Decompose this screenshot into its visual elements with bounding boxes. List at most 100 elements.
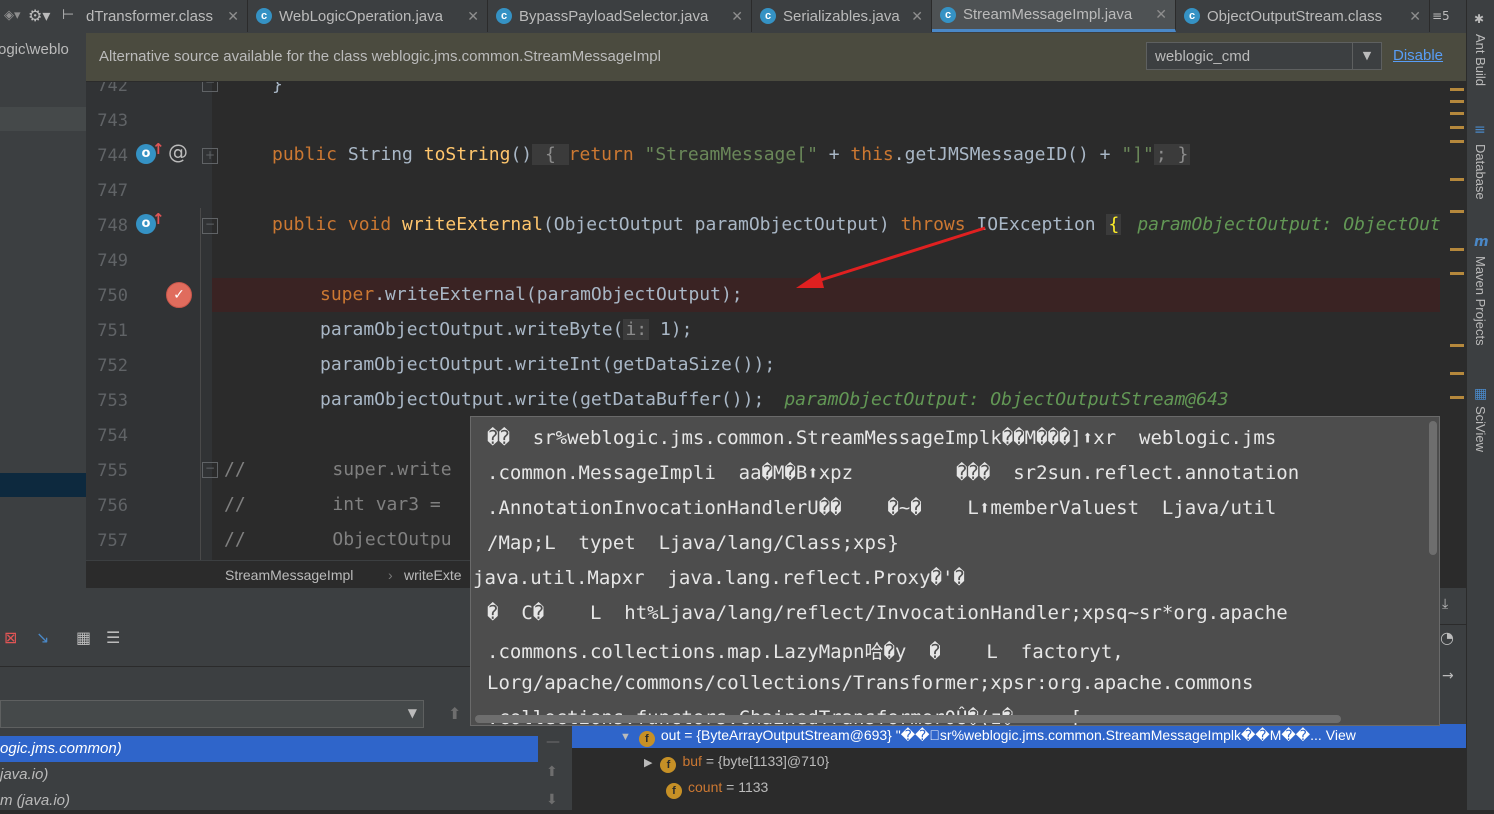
popup-line: /Map;L typet Ljava/lang/Class;xps}: [487, 532, 899, 554]
breadcrumb-item[interactable]: writeExte: [404, 567, 462, 583]
chevron-down-icon[interactable]: ▼: [408, 706, 417, 720]
right-tool-strip: ✱ Ant Build ≡ Database m Maven Projects …: [1466, 0, 1494, 810]
frame-item[interactable]: m (java.io): [0, 788, 538, 814]
line-number: 752: [97, 356, 128, 376]
tab-label: WebLogicOperation.java: [279, 7, 443, 25]
code-line-comment: // int var3 =: [224, 494, 452, 515]
breadcrumb-item[interactable]: StreamMessageImpl: [225, 567, 353, 583]
tab-bypass-payload-selector[interactable]: c BypassPayloadSelector.java ✕: [488, 0, 752, 32]
line-number: 755: [97, 461, 128, 481]
tab-overflow-button[interactable]: ≡5: [1432, 9, 1450, 23]
fold-minus-icon[interactable]: −: [202, 82, 218, 92]
maven-icon: m: [1474, 234, 1489, 250]
code-line: paramObjectOutput.write(getDataBuffer())…: [320, 389, 1229, 410]
popup-line: java.util.Mapxr java.lang.reflect.Proxy�…: [473, 567, 965, 589]
expanded-triangle-icon[interactable]: ▼: [620, 731, 631, 743]
tab-stream-message-impl[interactable]: c StreamMessageImpl.java ✕: [932, 0, 1176, 32]
step-into-icon[interactable]: ↘: [36, 628, 49, 647]
fold-plus-icon[interactable]: +: [202, 148, 218, 164]
scroll-marker: [1450, 178, 1464, 181]
pin-icon[interactable]: ⊢: [62, 7, 74, 23]
scroll-marker: [1450, 88, 1464, 91]
tab-label: Serializables.java: [783, 7, 900, 25]
line-number: 744: [97, 146, 128, 166]
divider-icon: —: [546, 734, 560, 750]
collapse-icon[interactable]: ◈▾: [4, 8, 21, 23]
scroll-marker: [1450, 100, 1464, 103]
breakpoint-icon[interactable]: ✓: [166, 282, 192, 308]
evaluate-icon[interactable]: ▦: [76, 628, 91, 647]
download-icon[interactable]: ⤓: [1442, 596, 1448, 612]
collapse-right-icon[interactable]: →: [1442, 668, 1454, 684]
popup-line: .common.MessageImpli aa�M�B⬆xpz ��� sr2s…: [487, 462, 1300, 484]
tab-weblogic-operation[interactable]: c WebLogicOperation.java ✕: [248, 0, 488, 32]
variable-out[interactable]: ▼ f out = {ByteArrayOutputStream@693} "�� …: [620, 727, 1356, 747]
close-icon[interactable]: ✕: [227, 8, 239, 25]
close-icon[interactable]: ✕: [467, 8, 479, 25]
mute-breakpoints-icon[interactable]: ⊠: [4, 628, 17, 647]
fold-minus-icon[interactable]: −: [202, 462, 218, 478]
gauge-icon[interactable]: ◔: [1440, 628, 1454, 647]
ant-icon: ✱: [1474, 12, 1485, 26]
thread-selector[interactable]: ▼: [0, 700, 424, 728]
view-link[interactable]: View: [1326, 727, 1356, 743]
popup-vertical-scrollbar[interactable]: [1429, 421, 1437, 555]
disable-link[interactable]: Disable: [1393, 47, 1443, 64]
popup-line: �� sr%weblogic.jms.common.StreamMessageI…: [487, 427, 1277, 449]
code-line: public String toString() { return "Strea…: [272, 144, 1191, 165]
code-line: public void writeExternal(ObjectOutput p…: [272, 214, 1440, 235]
tab-chained-transformer[interactable]: dTransformer.class ✕: [86, 0, 248, 32]
scroll-marker: [1450, 372, 1464, 375]
line-number: 748: [97, 216, 128, 236]
code-line-comment: // super.write: [224, 459, 452, 480]
chevron-down-icon[interactable]: ▼: [1352, 43, 1381, 69]
popup-line: .AnnotationInvocationHandlerU�� �~� L⬆me…: [487, 497, 1277, 519]
field-icon: f: [660, 757, 677, 773]
frame-item[interactable]: java.io): [0, 762, 538, 788]
code-line-comment: // ObjectOutpu: [224, 529, 452, 550]
project-tree-row-selected[interactable]: [0, 473, 86, 497]
arrow-up-icon[interactable]: ⬆: [546, 764, 558, 780]
arrow-down-icon[interactable]: ⬇: [546, 792, 558, 808]
arrow-up-icon[interactable]: ⬆: [448, 704, 461, 723]
ant-build-tab[interactable]: Ant Build: [1473, 34, 1488, 86]
indent-guide: [200, 208, 201, 560]
source-dropdown[interactable]: weblogic_cmd ▼: [1146, 42, 1382, 70]
arrow-up-icon: ↑: [152, 140, 165, 158]
line-number: 750: [97, 286, 128, 306]
class-icon: c: [1184, 8, 1200, 24]
variable-buf[interactable]: ▶ f buf = {byte[1133]@710}: [644, 753, 829, 773]
database-icon: ≡: [1474, 122, 1486, 138]
project-tree-row[interactable]: [0, 107, 86, 131]
tab-object-output-stream[interactable]: c ObjectOutputStream.class ✕: [1176, 0, 1430, 32]
banner-text: Alternative source available for the cla…: [99, 48, 661, 65]
tab-label: StreamMessageImpl.java: [963, 6, 1133, 23]
close-icon[interactable]: ✕: [1155, 6, 1167, 23]
class-icon: c: [940, 6, 956, 23]
code-line: paramObjectOutput.writeInt(getDataSize()…: [320, 354, 776, 375]
database-tab[interactable]: Database: [1473, 144, 1488, 200]
scroll-marker: [1450, 210, 1464, 213]
collapsed-triangle-icon[interactable]: ▶: [644, 757, 652, 769]
popup-horizontal-scrollbar[interactable]: [475, 715, 1341, 723]
line-number: 747: [97, 181, 128, 201]
project-panel: ogic\weblo: [0, 33, 86, 588]
source-dropdown-value: weblogic_cmd: [1155, 48, 1251, 65]
close-icon[interactable]: ✕: [1409, 8, 1421, 25]
at-annotation-icon[interactable]: @: [168, 140, 188, 164]
code-line: super.writeExternal(paramObjectOutput);: [320, 284, 743, 305]
tab-serializables[interactable]: c Serializables.java ✕: [752, 0, 932, 32]
field-icon: f: [638, 731, 655, 747]
variable-count[interactable]: f count = 1133: [666, 779, 768, 799]
maven-projects-tab[interactable]: Maven Projects: [1473, 256, 1488, 346]
code-line: }: [272, 82, 283, 95]
popup-line: .commons.collections.map.LazyMapn哈�y � L…: [487, 641, 1124, 663]
sciview-tab[interactable]: SciView: [1473, 406, 1488, 452]
trace-icon[interactable]: ☰: [106, 628, 120, 647]
fold-minus-icon[interactable]: −: [202, 218, 218, 234]
close-icon[interactable]: ✕: [911, 8, 923, 25]
gear-icon[interactable]: ⚙▾: [28, 6, 50, 25]
frame-item-selected[interactable]: ogic.jms.common): [0, 736, 538, 762]
close-icon[interactable]: ✕: [731, 8, 743, 25]
line-number: 749: [97, 251, 128, 271]
